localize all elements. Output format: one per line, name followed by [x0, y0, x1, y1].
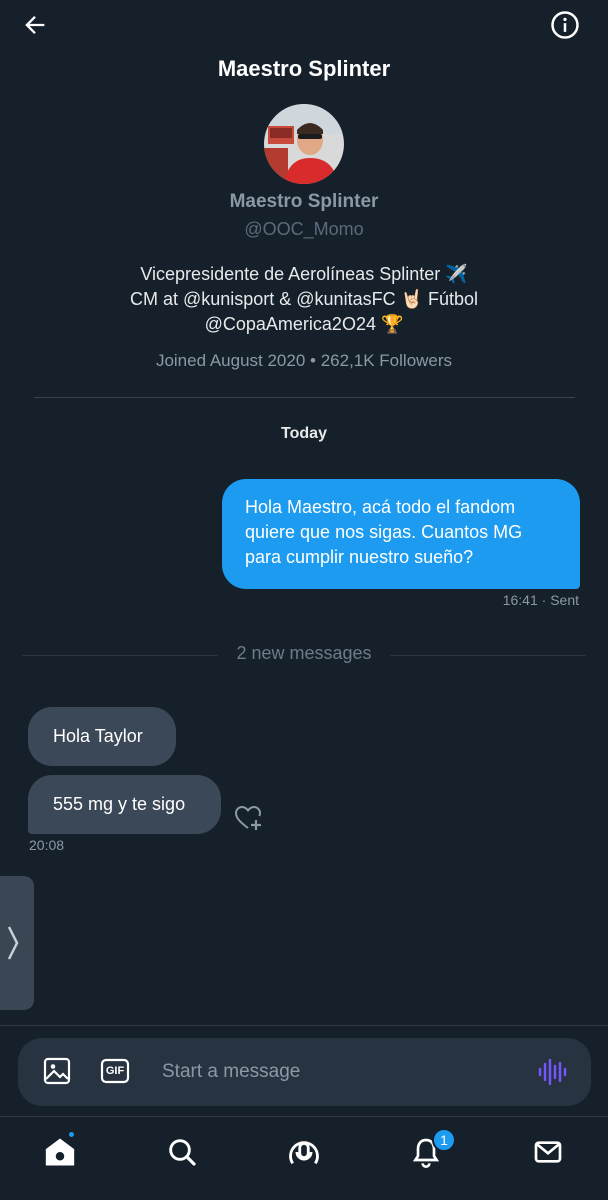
divider: [0, 1116, 608, 1117]
back-button[interactable]: [18, 8, 52, 42]
nav-messages[interactable]: [528, 1132, 568, 1172]
divider: [0, 1025, 608, 1026]
heart-plus-icon: [234, 805, 262, 830]
sent-message-bubble[interactable]: Hola Maestro, acá todo el fandom quiere …: [222, 479, 580, 589]
bio-line: @CopaAmerica2O24 🏆: [204, 314, 404, 334]
search-icon: [169, 1139, 196, 1166]
received-message-meta: 20:08: [29, 837, 65, 853]
new-messages-label: 2 new messages: [236, 643, 372, 663]
arrow-left-icon: [25, 16, 45, 34]
bio-line: CM at @kunisport & @kunitasFC 🤘🏻 Fútbol: [129, 289, 479, 309]
info-button[interactable]: [548, 8, 582, 42]
conversation-title: Maestro Splinter: [217, 56, 391, 81]
notification-badge: 1: [432, 1128, 456, 1152]
add-reaction-button[interactable]: [232, 801, 266, 835]
info-icon: [551, 11, 579, 39]
bio-line: Vicepresidente de Aerolíneas Splinter ✈️: [140, 264, 468, 284]
profile-name[interactable]: Maestro Splinter: [0, 191, 608, 213]
message-input[interactable]: [162, 1058, 512, 1086]
image-icon: [43, 1057, 71, 1085]
profile-handle[interactable]: @OOC_Momo: [0, 219, 608, 240]
avatar[interactable]: [264, 104, 344, 184]
gif-label: GIF: [105, 1065, 125, 1077]
received-message-bubble[interactable]: Hola Taylor: [28, 707, 176, 766]
voice-message-button[interactable]: [534, 1056, 570, 1088]
chevron-right-icon: [7, 926, 19, 960]
home-icon: [45, 1138, 75, 1166]
nav-spaces[interactable]: [284, 1132, 324, 1172]
gif-button[interactable]: GIF: [99, 1055, 131, 1087]
received-message-bubble[interactable]: 555 mg y te sigo: [28, 775, 221, 834]
home-notification-dot: [67, 1130, 76, 1139]
side-drawer-handle[interactable]: [0, 876, 34, 1010]
voice-icon: [538, 1058, 567, 1086]
divider: [34, 397, 575, 398]
profile-meta: Joined August 2020 • 262,1K Followers: [155, 351, 453, 370]
add-image-button[interactable]: [40, 1054, 74, 1088]
avatar-photo: [264, 104, 344, 184]
spaces-icon: [289, 1141, 319, 1165]
profile-bio: Vicepresidente de Aerolíneas Splinter ✈️…: [60, 262, 548, 337]
nav-search[interactable]: [162, 1132, 202, 1172]
mail-icon: [534, 1141, 562, 1163]
day-label: Today: [281, 425, 327, 442]
sent-message-meta: 16:41 · Sent: [502, 592, 579, 608]
